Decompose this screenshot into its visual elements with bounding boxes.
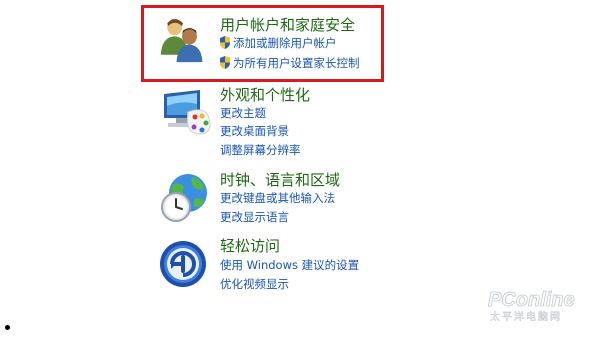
category-title-clock-language-region[interactable]: 时钟、语言和区域: [220, 171, 340, 189]
watermark-text: PConline: [488, 289, 575, 311]
watermark-subtext: 太平洋电脑网: [490, 310, 562, 322]
category-title-ease-of-access[interactable]: 轻松访问: [220, 237, 280, 255]
link-text: 添加或删除用户帐户: [233, 36, 337, 50]
link-add-remove-user-accounts[interactable]: 添加或删除用户帐户: [219, 36, 337, 51]
link-change-display-language[interactable]: 更改显示语言: [220, 210, 289, 225]
category-title-appearance[interactable]: 外观和个性化: [220, 86, 310, 104]
link-optimize-visual-display[interactable]: 优化视频显示: [220, 277, 289, 292]
users-icon[interactable]: [158, 14, 208, 64]
globe-clock-icon[interactable]: [158, 171, 212, 225]
link-use-recommended-settings[interactable]: 使用 Windows 建议的设置: [220, 258, 359, 273]
bullet-dot: [5, 325, 10, 330]
ease-of-access-icon[interactable]: [158, 239, 212, 293]
link-change-theme[interactable]: 更改主题: [220, 106, 266, 121]
link-text: 为所有用户设置家长控制: [233, 56, 360, 70]
link-adjust-screen-resolution[interactable]: 调整屏幕分辨率: [220, 143, 301, 158]
uac-shield-icon: [220, 56, 230, 69]
uac-shield-icon: [220, 36, 230, 49]
link-change-desktop-background[interactable]: 更改桌面背景: [220, 124, 289, 139]
category-title-user-accounts[interactable]: 用户帐户和家庭安全: [220, 16, 355, 34]
monitor-palette-icon[interactable]: [158, 86, 212, 140]
link-parental-controls[interactable]: 为所有用户设置家长控制: [219, 56, 360, 71]
link-change-keyboard-input[interactable]: 更改键盘或其他输入法: [220, 191, 335, 206]
pconline-watermark-logo: PConline 太平洋电脑网: [488, 289, 575, 322]
